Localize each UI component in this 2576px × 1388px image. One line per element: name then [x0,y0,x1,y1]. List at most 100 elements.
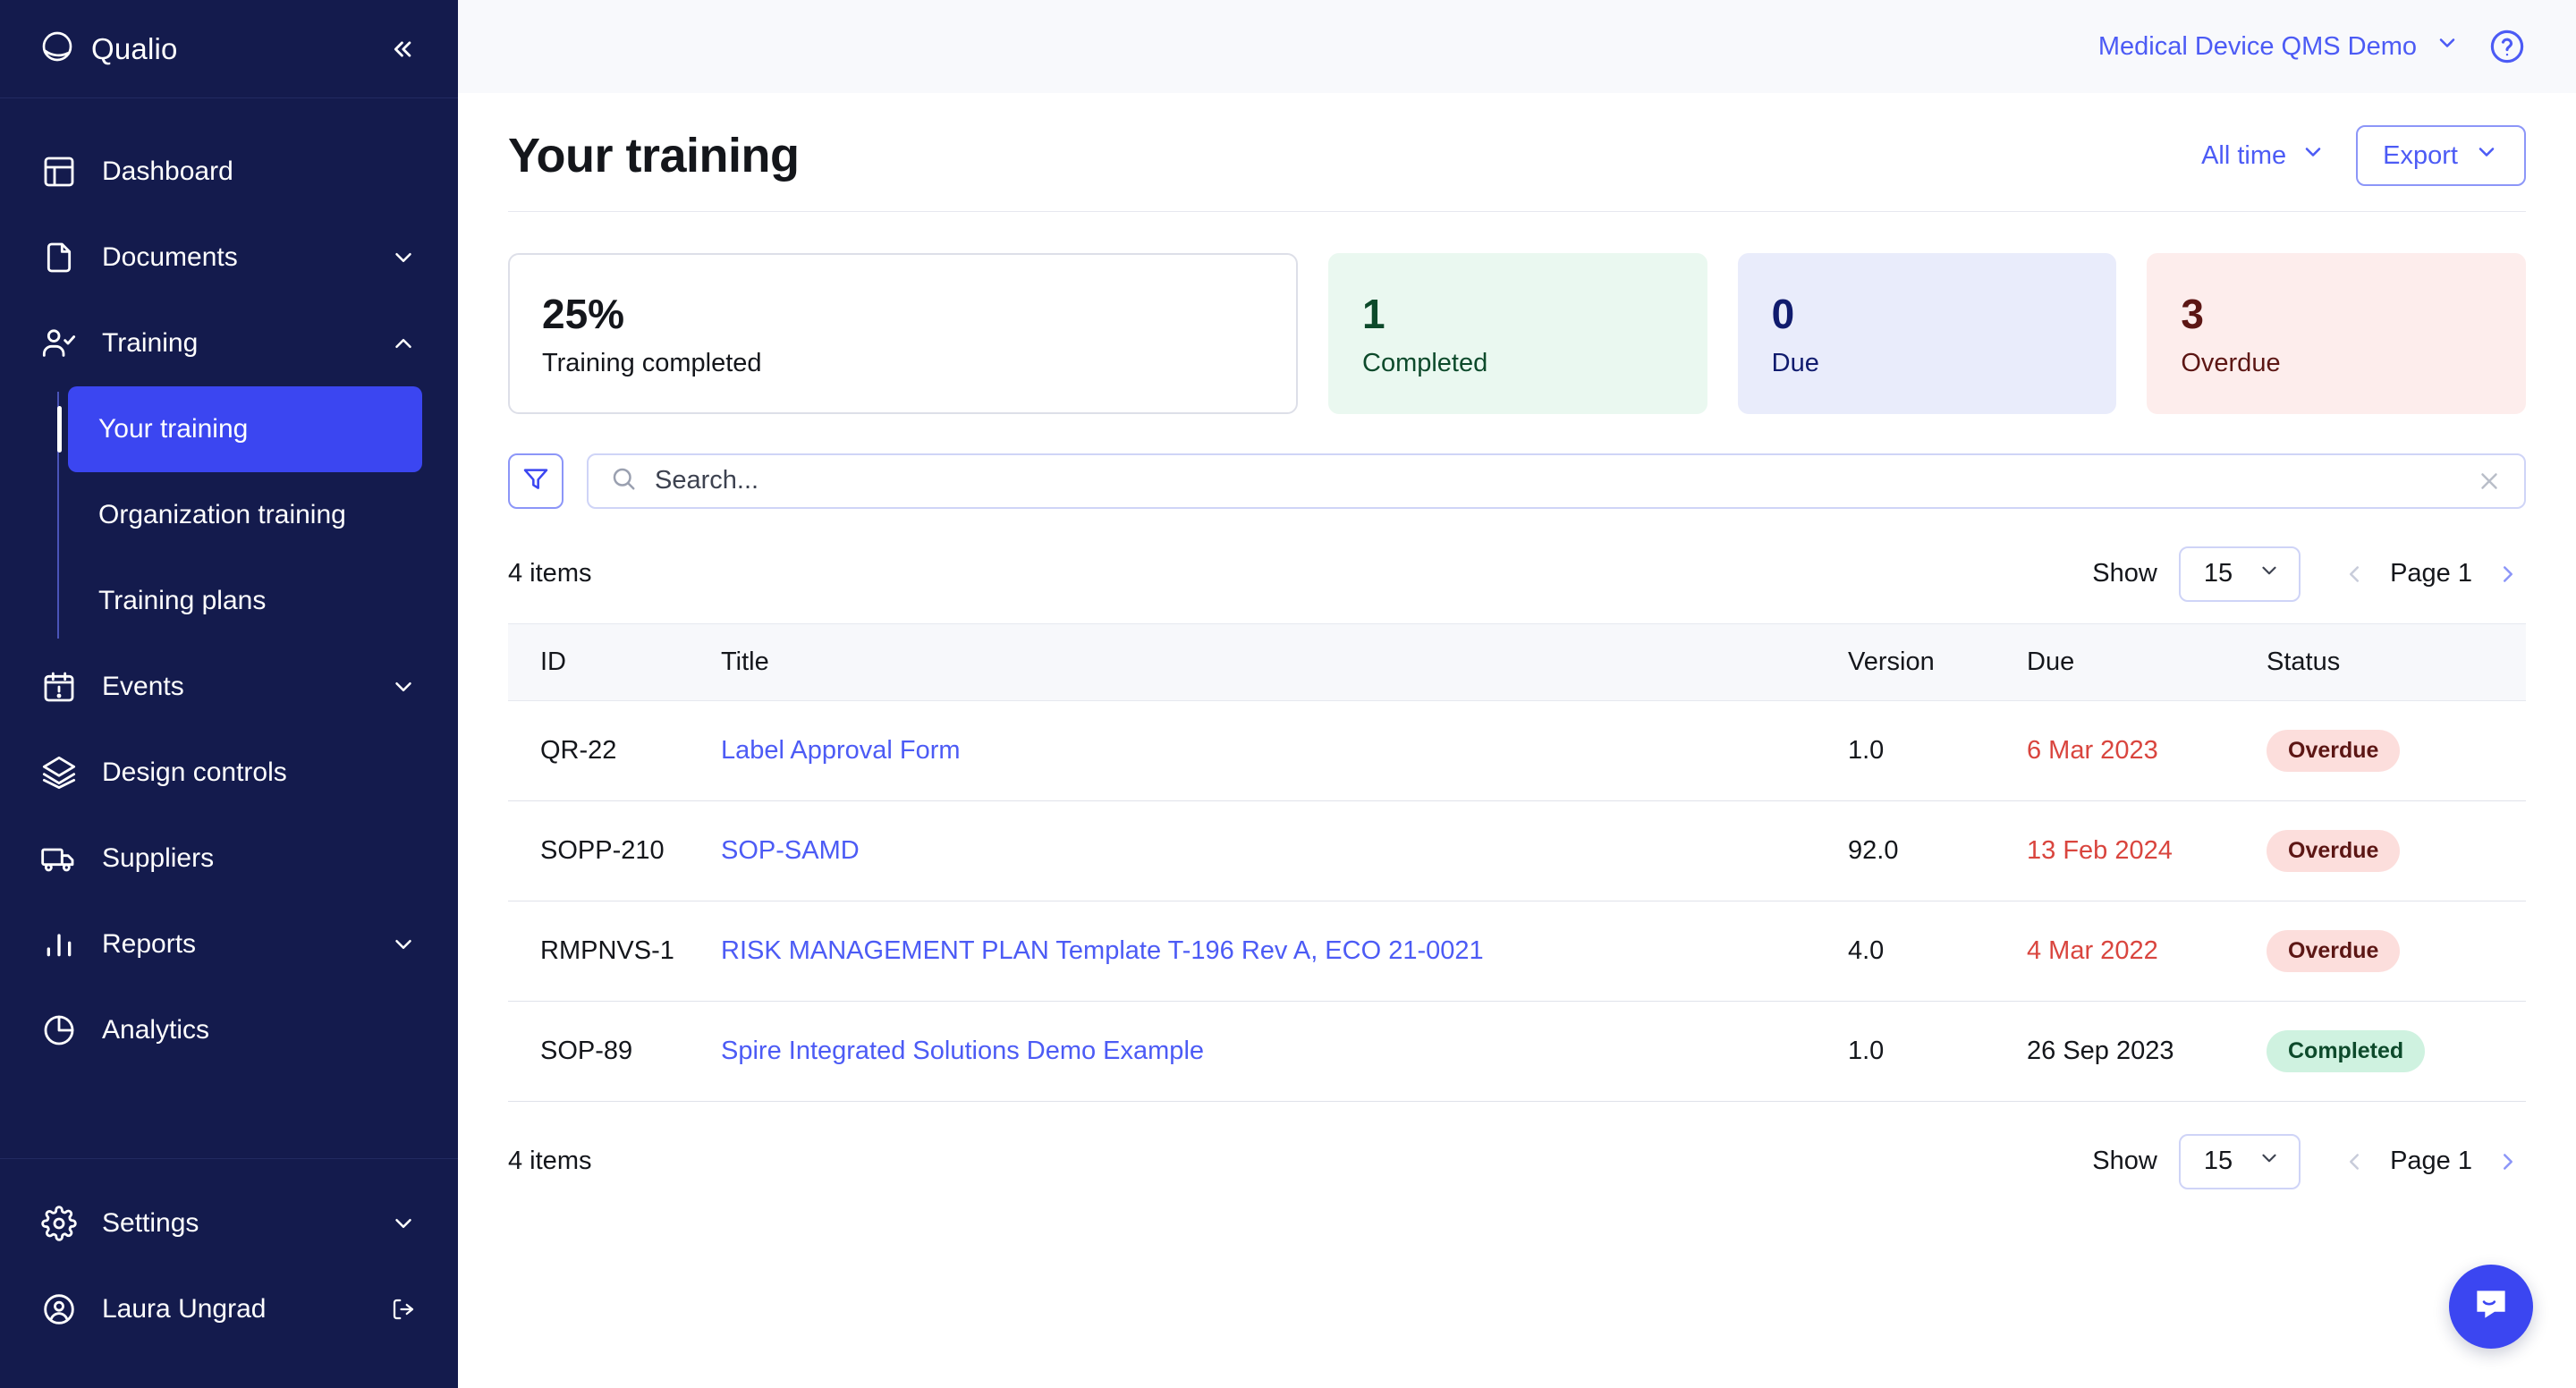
sidebar-item-suppliers[interactable]: Suppliers [0,816,458,901]
org-switcher[interactable]: Medical Device QMS Demo [2098,30,2460,63]
page-label: Page 1 [2390,559,2472,588]
cell-id: QR-22 [508,700,721,801]
logout-icon[interactable] [388,1294,419,1325]
table-row[interactable]: SOP-89 Spire Integrated Solutions Demo E… [508,1001,2526,1102]
stat-label: Completed [1362,348,1488,377]
pagination-top: 4 items Show 15 Page 1 [508,509,2576,602]
document-link[interactable]: Spire Integrated Solutions Demo Example [721,1037,1204,1065]
search-box[interactable] [587,453,2526,509]
cell-version: 92.0 [1848,800,2027,901]
filter-button[interactable] [508,453,564,509]
cell-due: 26 Sep 2023 [2027,1001,2267,1102]
sidebar-item-settings[interactable]: Settings [0,1181,458,1266]
org-name: Medical Device QMS Demo [2097,31,2417,61]
chevron-down-icon [2258,559,2281,589]
cell-status: Completed [2267,1001,2526,1102]
help-circle-icon[interactable] [2488,28,2526,65]
sidebar-item-label: Settings [102,1208,199,1238]
chevron-down-icon [2474,140,2499,172]
column-header-status[interactable]: Status [2267,622,2526,701]
bar-chart-icon [39,925,79,964]
page-size-select[interactable]: 15 [2178,546,2301,602]
column-header-due[interactable]: Due [2027,622,2267,701]
sidebar-item-reports[interactable]: Reports [0,901,458,987]
page-header: Your training All time Export [458,93,2576,186]
main-content: Medical Device QMS Demo Your training Al… [458,0,2576,1388]
stat-label: Training completed [542,348,762,377]
table-row[interactable]: QR-22 Label Approval Form 1.0 6 Mar 2023… [508,700,2526,801]
chat-launcher-button[interactable] [2449,1265,2533,1349]
subnav-item-label: Training plans [98,586,267,615]
sidebar-item-training[interactable]: Training [0,300,458,386]
truck-icon [39,839,79,878]
training-table: ID Title Version Due Status QR-22 Label … [508,622,2526,1102]
cell-id: SOPP-210 [508,800,721,901]
chevron-right-icon[interactable] [2490,556,2526,592]
collapse-sidebar-button[interactable] [381,30,420,69]
document-link[interactable]: RISK MANAGEMENT PLAN Template T-196 Rev … [721,936,1484,965]
table-body: QR-22 Label Approval Form 1.0 6 Mar 2023… [508,700,2526,1102]
document-link[interactable]: SOP-SAMD [721,836,860,865]
sidebar-item-label: Training [102,328,199,358]
filter-funnel-icon [521,464,550,497]
page-navigation: Page 1 [2336,556,2526,592]
chevron-left-icon[interactable] [2336,1144,2372,1180]
cell-due: 4 Mar 2022 [2027,901,2267,1002]
document-link[interactable]: Label Approval Form [721,736,961,765]
sidebar-item-design-controls[interactable]: Design controls [0,730,458,816]
sidebar-item-your-training[interactable]: Your training [57,386,422,472]
status-badge: Overdue [2267,829,2401,872]
sidebar-item-label: Suppliers [102,843,215,873]
chevron-down-icon[interactable] [388,1208,419,1239]
close-icon[interactable] [2476,468,2503,495]
page-size-value: 15 [2203,559,2233,588]
chevron-down-icon[interactable] [388,242,419,273]
page-label: Page 1 [2390,1147,2472,1176]
column-header-title[interactable]: Title [721,622,1848,701]
page-size-select[interactable]: 15 [2178,1133,2301,1189]
chevron-down-icon[interactable] [388,672,419,702]
chevron-down-icon[interactable] [388,929,419,960]
search-input[interactable] [655,466,2458,496]
export-button[interactable]: Export [2356,125,2526,186]
table-row[interactable]: SOPP-210 SOP-SAMD 92.0 13 Feb 2024 Overd… [508,800,2526,901]
document-icon [39,238,79,277]
subnav-item-label: Organization training [98,500,346,529]
sidebar-item-user-profile[interactable]: Laura Ungrad [0,1266,458,1352]
stat-card-training-completed: 25% Training completed [508,253,1298,414]
chevron-up-icon[interactable] [388,328,419,359]
sidebar-item-analytics[interactable]: Analytics [0,987,458,1073]
layers-icon [39,753,79,792]
column-header-version[interactable]: Version [1848,622,2027,701]
brand[interactable]: Qualio [39,29,178,69]
cell-status: Overdue [2267,800,2526,901]
chat-bubble-icon [2469,1282,2513,1332]
stat-value: 3 [2181,291,2204,337]
cell-due: 6 Mar 2023 [2027,700,2267,801]
chevron-down-icon [2301,140,2326,172]
time-filter-dropdown[interactable]: All time [2201,140,2326,172]
sidebar-item-documents[interactable]: Documents [0,215,458,300]
cell-status: Overdue [2267,901,2526,1002]
cell-id: RMPNVS-1 [508,901,721,1002]
page-header-actions: All time Export [2201,125,2526,186]
sidebar-item-training-plans[interactable]: Training plans [68,558,422,644]
column-header-id[interactable]: ID [508,622,721,701]
sidebar-item-organization-training[interactable]: Organization training [68,472,422,558]
sidebar-item-events[interactable]: Events [0,644,458,730]
stat-card-overdue: 3 Overdue [2147,253,2527,414]
search-row [508,414,2576,509]
pagination-bottom: 4 items Show 15 Page 1 [508,1102,2576,1189]
search-icon [610,465,637,496]
table-row[interactable]: RMPNVS-1 RISK MANAGEMENT PLAN Template T… [508,901,2526,1002]
time-filter-label: All time [2201,140,2287,170]
sidebar-item-label: Documents [102,242,238,272]
cell-status: Overdue [2267,700,2526,801]
pie-chart-icon [39,1011,79,1050]
cell-version: 4.0 [1848,901,2027,1002]
chevron-right-icon[interactable] [2490,1144,2526,1180]
table-header-row: ID Title Version Due Status [508,622,2526,701]
chevron-left-icon[interactable] [2336,556,2372,592]
sidebar-item-dashboard[interactable]: Dashboard [0,129,458,215]
cell-due: 13 Feb 2024 [2027,800,2267,901]
